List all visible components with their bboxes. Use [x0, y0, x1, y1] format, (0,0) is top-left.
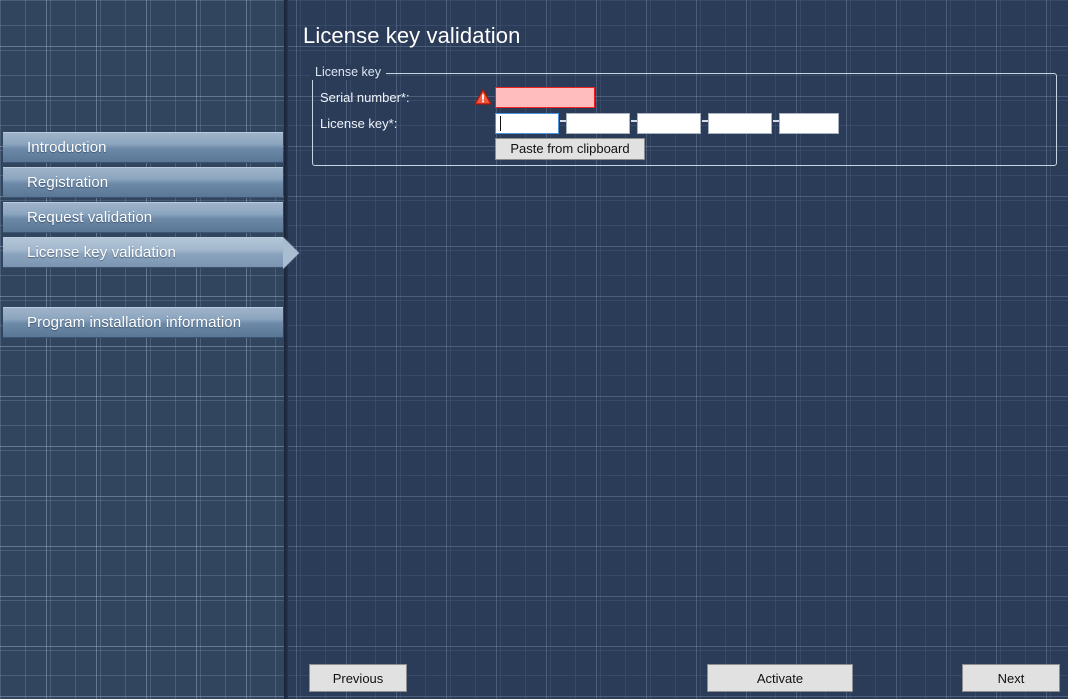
serial-number-input[interactable]	[495, 87, 595, 108]
sidebar-item-program-installation-information[interactable]: Program installation information	[3, 307, 283, 338]
groupbox-legend: License key	[310, 65, 387, 80]
sidebar	[0, 0, 284, 699]
text-caret	[500, 116, 501, 131]
license-key-segment-5[interactable]	[779, 113, 839, 134]
sidebar-item-label: Registration	[27, 174, 109, 191]
license-key-segment-1[interactable]	[495, 113, 559, 134]
sidebar-item-license-key-validation[interactable]: License key validation	[3, 237, 299, 269]
activate-button[interactable]: Activate	[707, 664, 853, 692]
previous-button[interactable]: Previous	[309, 664, 407, 692]
warning-triangle-icon	[474, 88, 492, 106]
next-button[interactable]: Next	[962, 664, 1060, 692]
installer-window: Introduction Registration Request valida…	[0, 0, 1068, 699]
sidebar-item-registration[interactable]: Registration	[3, 167, 283, 198]
sidebar-item-label: Request validation	[27, 209, 153, 226]
sidebar-item-introduction[interactable]: Introduction	[3, 132, 283, 163]
paste-from-clipboard-button[interactable]: Paste from clipboard	[495, 138, 645, 160]
sidebar-item-request-validation[interactable]: Request validation	[3, 202, 283, 233]
license-key-label: License key*:	[320, 116, 398, 131]
license-key-segment-2[interactable]	[566, 113, 630, 134]
page-title: License key validation	[303, 23, 521, 48]
sidebar-item-label: License key validation	[27, 244, 176, 261]
active-step-arrow-icon	[283, 237, 299, 269]
serial-number-label: Serial number*:	[320, 90, 410, 105]
sidebar-item-label: Introduction	[27, 139, 107, 156]
license-key-segment-3[interactable]	[637, 113, 701, 134]
license-key-segment-4[interactable]	[708, 113, 772, 134]
sidebar-item-label: Program installation information	[27, 314, 242, 331]
sidebar-divider	[284, 0, 288, 699]
